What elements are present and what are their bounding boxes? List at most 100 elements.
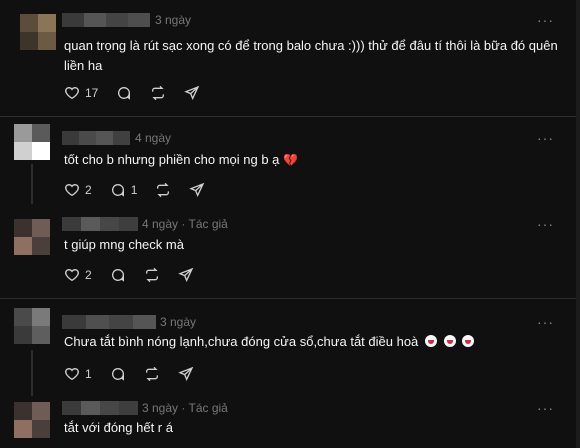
avatar-tile [32,402,50,420]
share-button[interactable] [184,85,200,101]
repost-button[interactable] [150,85,166,101]
share-icon [177,366,194,381]
like-button[interactable]: 2 [64,267,92,283]
reply-count: 1 [130,183,138,197]
reply-button[interactable] [110,267,126,283]
like-button[interactable]: 1 [64,366,92,382]
comment-text: t giúp mng check mà [64,237,184,252]
heart-icon [65,367,79,381]
avatar-tile [14,142,32,160]
username-blurred[interactable] [62,13,150,27]
username-blurred[interactable] [62,401,138,415]
avatar-tile [20,32,38,50]
divider [0,116,576,117]
repost-button[interactable] [144,267,160,283]
comment-text: quan trọng là rút sạc xong có để trong b… [64,38,558,73]
timestamp[interactable]: 3 ngày [160,315,196,329]
repost-button[interactable] [155,182,171,198]
avatar-tile [14,402,32,420]
avatar-tile [14,124,32,142]
comment-text: tắt với đóng hết r á [64,420,173,435]
author-tag: Tác giả [188,217,228,231]
repost-icon [152,85,165,101]
avatar-tile [32,124,50,142]
avatar-tile [32,326,50,344]
comment-icon [111,184,124,197]
avatar[interactable] [14,402,50,438]
thread-line [31,164,33,204]
divider [0,298,576,299]
username-blurred[interactable] [62,315,156,329]
avatar-tile [38,32,56,50]
repost-icon [145,267,158,283]
clown-face-icon [462,335,475,347]
avatar[interactable] [14,308,50,344]
action-bar: 17 [64,83,218,103]
comment-text: Chưa tắt bình nóng lạnh,chưa đóng cửa sổ… [64,332,564,352]
repost-icon [157,182,170,198]
more-icon[interactable]: ··· [537,400,554,416]
comment-text: tốt cho b nhưng phiền cho mọi ng b ạ 💔 [64,150,564,170]
comment-text-body: tốt cho b nhưng phiền cho mọi ng b ạ [64,152,280,167]
repost-icon [145,366,158,382]
timestamp[interactable]: 4 ngày · Tác giả [142,217,228,231]
avatar-tile [14,237,32,255]
broken-heart-icon: 💔 [283,153,298,167]
thread-line [31,350,33,396]
action-bar: 2 [64,265,212,285]
timestamp[interactable]: 4 ngày [135,131,171,145]
username-blurred[interactable] [62,131,130,145]
avatar[interactable] [14,219,50,255]
avatar-tile [20,14,38,32]
heart-icon [65,86,79,100]
avatar-tile [38,14,56,32]
avatar-tile [14,219,32,237]
share-button[interactable] [177,267,194,283]
comment-icon [118,87,131,100]
timestamp-text: 4 ngày [142,217,179,231]
more-icon[interactable]: ··· [537,12,554,28]
like-count: 2 [85,183,92,197]
avatar-tile [14,326,32,344]
timestamp[interactable]: 3 ngày · Tác giả [142,401,228,415]
more-icon[interactable]: ··· [537,314,554,330]
reply-button[interactable] [116,85,132,101]
timestamp-text: 3 ngày [142,401,179,415]
share-button[interactable] [189,182,205,198]
like-button[interactable]: 17 [64,85,98,101]
timestamp[interactable]: 3 ngày [155,13,191,27]
repost-button[interactable] [144,366,160,382]
clown-face-icon [443,335,456,347]
like-button[interactable]: 2 [64,182,92,198]
avatar-tile [32,308,50,326]
reply-button[interactable]: 1 [110,182,138,198]
share-icon [184,85,200,100]
action-bar: 1 [64,364,212,384]
avatar-tile [32,219,50,237]
share-button[interactable] [177,366,194,382]
comment-icon [111,368,124,381]
avatar-tile [14,420,32,438]
avatar-tile [32,142,50,160]
comment-icon [111,269,124,282]
separator: · [181,217,186,231]
separator: · [181,401,186,415]
avatar-tile [32,420,50,438]
author-tag: Tác giả [188,401,228,415]
heart-icon [65,268,79,282]
avatar[interactable] [20,14,56,50]
share-icon [177,267,194,282]
action-bar: 2 1 [64,180,223,200]
scrollbar[interactable] [576,0,580,448]
comment-text-body: Chưa tắt bình nóng lạnh,chưa đóng cửa sổ… [64,334,419,349]
like-count: 2 [85,268,92,282]
like-count: 1 [85,367,92,381]
avatar-tile [32,237,50,255]
username-blurred[interactable] [62,217,138,231]
heart-icon [65,183,79,197]
more-icon[interactable]: ··· [537,216,554,232]
share-icon [189,182,205,197]
avatar[interactable] [14,124,50,160]
reply-button[interactable] [110,366,126,382]
more-icon[interactable]: ··· [537,130,554,146]
